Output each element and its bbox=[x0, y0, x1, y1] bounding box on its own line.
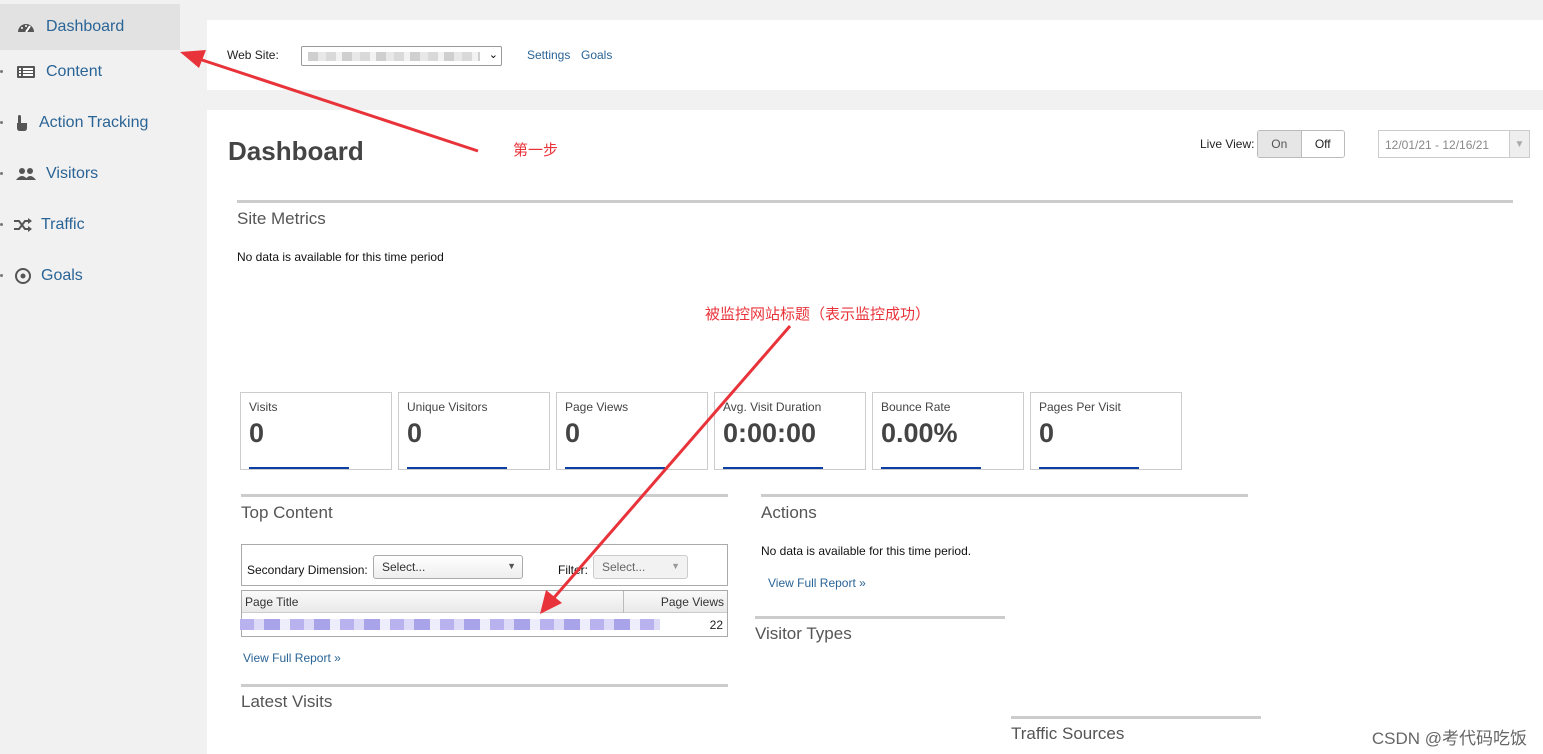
annotation-monitored-title: 被监控网站标题（表示监控成功） bbox=[705, 305, 931, 323]
visitor-types-title: Visitor Types bbox=[755, 624, 852, 643]
table-header: Page Title Page Views bbox=[242, 591, 727, 613]
goals-link[interactable]: Goals bbox=[581, 48, 612, 62]
site-metrics-no-data: No data is available for this time perio… bbox=[237, 250, 444, 264]
caret-down-icon: ▼ bbox=[1509, 131, 1529, 157]
metric-pages-per-visit: Pages Per Visit 0 bbox=[1030, 392, 1182, 470]
metric-page-views: Page Views 0 bbox=[556, 392, 708, 470]
sidebar-item-label: Traffic bbox=[41, 216, 85, 233]
live-view-off-button[interactable]: Off bbox=[1301, 131, 1344, 157]
filter-select[interactable]: Select... ▼ bbox=[593, 555, 688, 579]
page-title: Dashboard bbox=[228, 136, 364, 166]
metric-value: 0 bbox=[249, 418, 265, 448]
actions-view-full-report-link[interactable]: View Full Report » bbox=[768, 576, 866, 590]
sidebar-item-visitors[interactable]: Visitors bbox=[0, 151, 98, 197]
section-divider bbox=[241, 494, 728, 497]
sidebar-item-dashboard[interactable]: Dashboard bbox=[0, 4, 180, 50]
sidebar-item-label: Dashboard bbox=[46, 18, 125, 35]
metric-label: Page Views bbox=[565, 400, 629, 414]
live-view-on-button[interactable]: On bbox=[1258, 131, 1302, 157]
secondary-dimension-select[interactable]: Select... ▼ bbox=[373, 555, 523, 579]
metric-avg-visit-duration: Avg. Visit Duration 0:00:00 bbox=[714, 392, 866, 470]
section-divider bbox=[761, 494, 1248, 497]
website-toolbar: Web Site: ⌄ Settings Goals bbox=[207, 20, 1543, 90]
secondary-dimension-value: Select... bbox=[382, 560, 426, 574]
metric-label: Unique Visitors bbox=[407, 400, 488, 414]
top-content-view-full-report-link[interactable]: View Full Report » bbox=[243, 651, 341, 665]
target-icon bbox=[14, 268, 32, 284]
metric-value: 0:00:00 bbox=[723, 418, 817, 448]
filter-value: Select... bbox=[602, 560, 646, 574]
filter-label: Filter: bbox=[558, 563, 588, 577]
sidebar-item-action-tracking[interactable]: Action Tracking bbox=[0, 100, 148, 146]
list-icon bbox=[16, 64, 36, 80]
section-divider bbox=[1011, 716, 1261, 719]
blurred-website-name bbox=[308, 52, 480, 61]
sidebar-item-traffic[interactable]: Traffic bbox=[0, 202, 85, 248]
metric-visits: Visits 0 bbox=[240, 392, 392, 470]
main-panel: Dashboard Live View: On Off 12/01/21 - 1… bbox=[207, 110, 1543, 754]
sidebar-item-label: Goals bbox=[41, 267, 83, 284]
section-divider bbox=[755, 616, 1005, 619]
annotation-step-one: 第一步 bbox=[513, 141, 559, 159]
caret-down-icon: ▼ bbox=[507, 561, 516, 571]
metric-sparkline bbox=[723, 467, 823, 469]
section-divider bbox=[237, 200, 1513, 203]
settings-link[interactable]: Settings bbox=[527, 48, 570, 62]
metric-sparkline bbox=[881, 467, 981, 469]
sidebar-item-label: Content bbox=[46, 63, 103, 80]
sidebar: Dashboard Content Action Tracking Visito… bbox=[0, 0, 207, 754]
page-views-value: 22 bbox=[709, 618, 723, 632]
metric-unique-visitors: Unique Visitors 0 bbox=[398, 392, 550, 470]
actions-title: Actions bbox=[761, 503, 817, 522]
top-content-table: Page Title Page Views 22 bbox=[240, 590, 728, 637]
website-select[interactable]: ⌄ bbox=[301, 46, 502, 66]
watermark: CSDN @考代码吃饭 bbox=[1371, 729, 1527, 748]
metric-value: 0 bbox=[407, 418, 423, 448]
metric-label: Bounce Rate bbox=[881, 400, 951, 414]
latest-visits-title: Latest Visits bbox=[241, 692, 333, 711]
users-icon bbox=[16, 166, 36, 182]
sidebar-item-goals[interactable]: Goals bbox=[0, 253, 83, 299]
date-range-value: 12/01/21 - 12/16/21 bbox=[1385, 138, 1490, 152]
metric-value: 0 bbox=[1039, 418, 1055, 448]
caret-down-icon: ▼ bbox=[671, 561, 680, 571]
secondary-dimension-label: Secondary Dimension: bbox=[247, 563, 368, 577]
hand-pointer-icon bbox=[14, 115, 30, 131]
metric-value: 0.00% bbox=[881, 418, 958, 448]
website-label: Web Site: bbox=[227, 48, 279, 62]
metric-sparkline bbox=[565, 467, 665, 469]
table-row[interactable]: 22 bbox=[240, 614, 727, 636]
metric-label: Avg. Visit Duration bbox=[723, 400, 822, 414]
traffic-sources-title: Traffic Sources bbox=[1011, 724, 1125, 743]
top-content-title: Top Content bbox=[241, 503, 333, 522]
sidebar-item-label: Action Tracking bbox=[39, 114, 149, 131]
live-view-label: Live View: bbox=[1200, 137, 1255, 151]
column-separator bbox=[623, 591, 624, 613]
shuffle-icon bbox=[14, 217, 32, 233]
gauge-icon bbox=[16, 19, 36, 35]
column-header-page-views[interactable]: Page Views bbox=[661, 595, 724, 609]
blurred-page-title bbox=[240, 619, 660, 630]
section-divider bbox=[241, 684, 728, 687]
chevron-down-icon: ⌄ bbox=[488, 49, 498, 61]
metric-bounce-rate: Bounce Rate 0.00% bbox=[872, 392, 1024, 470]
metric-sparkline bbox=[1039, 467, 1139, 469]
metric-sparkline bbox=[407, 467, 507, 469]
metric-value: 0 bbox=[565, 418, 581, 448]
sidebar-item-label: Visitors bbox=[46, 165, 99, 182]
site-metrics-title: Site Metrics bbox=[237, 209, 326, 228]
top-content-controls: Secondary Dimension: Select... ▼ Filter:… bbox=[241, 544, 728, 586]
metric-label: Visits bbox=[249, 400, 278, 414]
metric-label: Pages Per Visit bbox=[1039, 400, 1121, 414]
date-range-picker[interactable]: 12/01/21 - 12/16/21 ▼ bbox=[1378, 130, 1530, 158]
actions-no-data: No data is available for this time perio… bbox=[761, 544, 972, 558]
metric-sparkline bbox=[249, 467, 349, 469]
column-header-page-title[interactable]: Page Title bbox=[245, 595, 298, 609]
live-view-toggle: On Off bbox=[1257, 130, 1345, 158]
sidebar-item-content[interactable]: Content bbox=[0, 49, 102, 95]
